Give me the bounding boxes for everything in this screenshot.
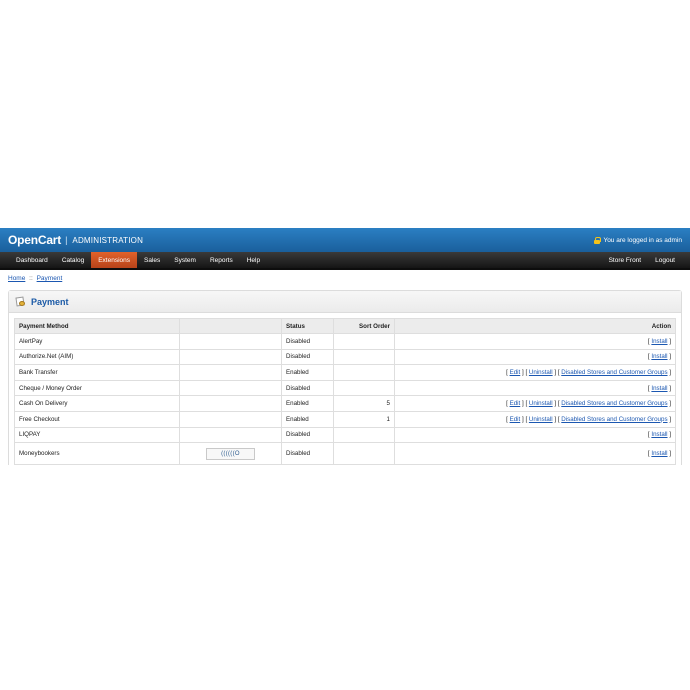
- main-nav: Dashboard Catalog Extensions Sales Syste…: [0, 252, 690, 270]
- disabled-stores-and-customer-groups-link[interactable]: Disabled Stores and Customer Groups: [561, 416, 667, 423]
- payment-method-logo-cell: [179, 348, 282, 366]
- install-link[interactable]: Install: [651, 450, 667, 457]
- payment-method-status: Enabled: [281, 364, 334, 381]
- login-text: You are logged in as admin: [603, 236, 682, 244]
- nav-logout[interactable]: Logout: [648, 252, 682, 268]
- breadcrumb: Home :: Payment: [8, 275, 62, 282]
- payment-box: Payment Payment Method Status Sort Order…: [8, 290, 682, 466]
- breadcrumb-home[interactable]: Home: [8, 275, 25, 282]
- payment-method-name: Cheque / Money Order: [14, 379, 180, 397]
- install-link[interactable]: Install: [651, 385, 667, 392]
- table-header-row: Payment Method Status Sort Order Action: [14, 318, 676, 334]
- nav-dashboard[interactable]: Dashboard: [9, 252, 55, 268]
- payment-method-logo-cell: ((((((O: [179, 442, 282, 466]
- payment-method-name: Free Checkout: [14, 410, 180, 428]
- lock-icon: [594, 236, 602, 244]
- install-link[interactable]: Install: [651, 338, 667, 345]
- payment-method-sort-order: 5: [333, 395, 395, 412]
- disabled-stores-and-customer-groups-link[interactable]: Disabled Stores and Customer Groups: [561, 369, 667, 376]
- payment-method-sort-order: [333, 348, 395, 366]
- payment-method-status: Enabled: [281, 410, 334, 428]
- uninstall-link[interactable]: Uninstall: [529, 369, 553, 376]
- table-row: Cash On Delivery Enabled 5[ Edit ] [ Unins…: [14, 395, 676, 412]
- brand: OpenCart | ADMINISTRATION: [8, 233, 143, 247]
- column-header-sort-order: Sort Order: [333, 318, 395, 334]
- table-row: Authorize.Net (AIM) Disabled [ Install ]: [14, 348, 676, 366]
- payment-method-sort-order: [333, 442, 395, 466]
- page-title: Payment: [31, 296, 69, 307]
- nav-extensions[interactable]: Extensions: [91, 252, 138, 268]
- app-header: OpenCart | ADMINISTRATION You are logged…: [0, 228, 690, 252]
- table-row: LIQPAY Disabled [ Install ]: [14, 426, 676, 444]
- payment-method-logo-cell: [179, 364, 282, 381]
- table-row: Free Checkout Enabled 1[ Edit ] [ Uninstal…: [14, 410, 676, 428]
- payment-method-name: Bank Transfer: [14, 364, 180, 381]
- payment-method-logo-cell: [179, 426, 282, 444]
- edit-link[interactable]: Edit: [510, 369, 521, 376]
- breadcrumb-separator: ::: [29, 275, 33, 282]
- table-row: AlertPay Disabled [ Install ]: [14, 333, 676, 350]
- payment-method-logo-cell: [179, 395, 282, 412]
- install-link[interactable]: Install: [651, 353, 667, 360]
- column-header-status: Status: [281, 318, 334, 334]
- payment-method-actions: [ Install ]: [394, 333, 676, 350]
- nav-help[interactable]: Help: [240, 252, 267, 268]
- table-row: Moneybookers ((((((O Disabled [ Install ]: [14, 442, 676, 466]
- edit-link[interactable]: Edit: [510, 400, 521, 407]
- nav-reports[interactable]: Reports: [203, 252, 240, 268]
- table-row: Bank Transfer Enabled [ Edit ] [ Uninstall…: [14, 364, 676, 381]
- column-header-action: Action: [394, 318, 676, 334]
- payment-method-actions: [ Edit ] [ Uninstall ] [ Disabled Stores…: [394, 395, 676, 412]
- payment-method-actions: [ Edit ] [ Uninstall ] [ Disabled Stores…: [394, 410, 676, 428]
- payment-method-name: Cash On Delivery: [14, 395, 180, 412]
- edit-link[interactable]: Edit: [510, 416, 521, 423]
- column-header-logo: [179, 318, 282, 334]
- payment-method-sort-order: 1: [333, 410, 395, 428]
- install-link[interactable]: Install: [651, 431, 667, 438]
- payment-methods-table: Payment Method Status Sort Order Action …: [14, 318, 676, 466]
- payment-method-name: Moneybookers: [14, 442, 180, 466]
- table-row: Cheque / Money Order Disabled [ Install ]: [14, 379, 676, 397]
- login-info: You are logged in as admin: [594, 236, 682, 244]
- nav-system[interactable]: System: [167, 252, 203, 268]
- payment-icon: [15, 296, 26, 307]
- payment-method-sort-order: [333, 379, 395, 397]
- admin-subtitle: ADMINISTRATION: [72, 235, 144, 245]
- payment-method-status: Disabled: [281, 379, 334, 397]
- payment-method-status: Enabled: [281, 395, 334, 412]
- payment-method-name: LIQPAY: [14, 426, 180, 444]
- disabled-stores-and-customer-groups-link[interactable]: Disabled Stores and Customer Groups: [561, 400, 667, 407]
- payment-method-status: Disabled: [281, 348, 334, 366]
- payment-method-status: Disabled: [281, 442, 334, 466]
- payment-method-actions: [ Edit ] [ Uninstall ] [ Disabled Stores…: [394, 364, 676, 381]
- column-header-payment-method: Payment Method: [14, 318, 180, 334]
- uninstall-link[interactable]: Uninstall: [529, 400, 553, 407]
- payment-method-sort-order: [333, 426, 395, 444]
- payment-method-status: Disabled: [281, 426, 334, 444]
- payment-method-logo-cell: [179, 410, 282, 428]
- payment-method-sort-order: [333, 364, 395, 381]
- payment-method-sort-order: [333, 333, 395, 350]
- nav-sales[interactable]: Sales: [137, 252, 167, 268]
- payment-method-logo-cell: [179, 333, 282, 350]
- payment-method-actions: [ Install ]: [394, 426, 676, 444]
- payment-method-status: Disabled: [281, 333, 334, 350]
- payment-method-actions: [ Install ]: [394, 379, 676, 397]
- brand-separator: |: [65, 235, 68, 245]
- payment-method-actions: [ Install ]: [394, 442, 676, 466]
- nav-catalog[interactable]: Catalog: [55, 252, 91, 268]
- moneybookers-logo: ((((((O: [206, 447, 255, 460]
- breadcrumb-payment[interactable]: Payment: [37, 275, 63, 282]
- payment-method-name: AlertPay: [14, 333, 180, 350]
- opencart-logo[interactable]: OpenCart: [8, 233, 61, 247]
- nav-store-front[interactable]: Store Front: [602, 252, 649, 268]
- box-heading: Payment: [9, 291, 681, 313]
- uninstall-link[interactable]: Uninstall: [529, 416, 553, 423]
- payment-method-actions: [ Install ]: [394, 348, 676, 366]
- payment-method-name: Authorize.Net (AIM): [14, 348, 180, 366]
- payment-method-logo-cell: [179, 379, 282, 397]
